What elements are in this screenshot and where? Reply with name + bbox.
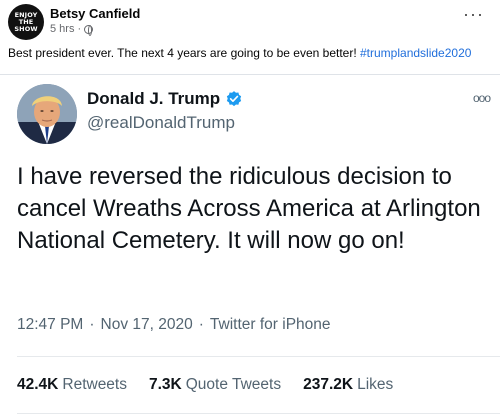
tweet-stats: 42.4K Retweets 7.3K Quote Tweets 237.2K Lik… (17, 376, 393, 394)
retweets-stat[interactable]: 42.4K Retweets (17, 376, 127, 394)
tweet-date[interactable]: Nov 17, 2020 (101, 316, 193, 334)
tweet-meta-dot-1: · (89, 316, 95, 333)
post-meta: 5 hrs · (50, 23, 94, 36)
more-options-icon[interactable]: ··· (463, 5, 484, 23)
facebook-post-header: ENJOY THE SHOW Betsy Canfield 5 hrs · ··… (0, 0, 500, 72)
tweet-body: I have reversed the ridiculous decision … (17, 163, 481, 254)
author-avatar[interactable]: ENJOY THE SHOW (8, 4, 44, 40)
tweet-handle[interactable]: @realDonaldTrump (87, 113, 235, 133)
retweets-label: Retweets (62, 376, 127, 393)
quote-tweets-label: Quote Tweets (185, 376, 282, 393)
embedded-tweet: Donald J. Trump @realDonaldTrump ooo I h… (0, 74, 500, 418)
tweet-name-row: Donald J. Trump (87, 89, 243, 109)
meta-separator: · (77, 23, 82, 35)
tweet-source[interactable]: Twitter for iPhone (210, 316, 331, 334)
likes-label: Likes (357, 376, 394, 393)
post-text: Best president ever. The next 4 years ar… (8, 46, 471, 60)
likes-stat[interactable]: 237.2K Likes (303, 376, 393, 394)
avatar-text-line-3: SHOW (14, 24, 38, 33)
verified-badge-icon (227, 91, 242, 107)
tweet-time[interactable]: 12:47 PM (17, 316, 83, 334)
globe-icon[interactable] (84, 24, 94, 36)
tweet-display-name[interactable]: Donald J. Trump (87, 89, 220, 109)
tweet-author-avatar[interactable] (17, 84, 77, 144)
quote-tweets-stat[interactable]: 7.3K Quote Tweets (149, 376, 281, 394)
quote-tweets-count: 7.3K (149, 376, 182, 393)
author-name[interactable]: Betsy Canfield (50, 6, 140, 21)
post-text-body: Best president ever. The next 4 years ar… (8, 46, 360, 60)
likes-count: 237.2K (303, 376, 354, 393)
post-time[interactable]: 5 hrs (50, 23, 74, 35)
divider-bottom (17, 413, 500, 414)
divider (17, 356, 500, 357)
tweet-meta-dot-2: · (198, 316, 204, 333)
hashtag-link[interactable]: #trumplandslide2020 (360, 46, 471, 60)
tweet-more-icon[interactable]: ooo (473, 91, 491, 105)
retweets-count: 42.4K (17, 376, 59, 393)
tweet-meta: 12:47 PM · Nov 17, 2020 · Twitter for iP… (17, 316, 331, 334)
